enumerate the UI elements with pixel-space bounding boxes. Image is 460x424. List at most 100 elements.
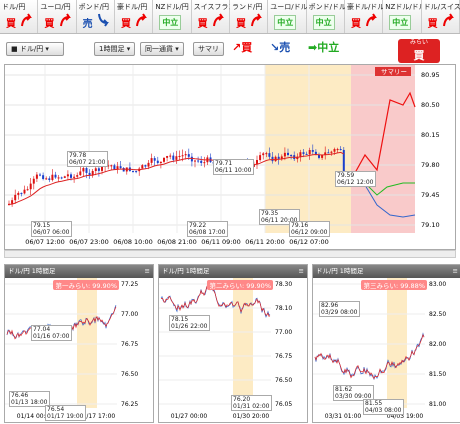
tab-signal: 買 — [44, 19, 55, 30]
y-tick: 80.50 — [421, 101, 440, 109]
candle — [107, 165, 110, 167]
toolbar: ■ ドル/円 ▾ 1時間足 ▾ 同一通貨 ▾ サマリ ↗買 ↘売 ➡中立 みらい… — [0, 36, 460, 64]
tab-10[interactable]: NZドル/ドル 中立 — [383, 0, 426, 33]
tab-3[interactable]: 豪ドル/円買 — [114, 0, 154, 33]
forecast-zone — [77, 278, 97, 408]
summary-tag: サマリー — [381, 68, 407, 76]
menu-icon[interactable]: ≡ — [145, 265, 150, 278]
candle — [308, 150, 311, 155]
tab-2[interactable]: ポンド/円売 — [76, 0, 115, 33]
tab-signal: 買 — [6, 19, 16, 30]
candle — [187, 154, 190, 157]
tab-signal: 買 — [235, 19, 246, 30]
candle — [132, 170, 134, 172]
candle — [29, 183, 32, 190]
x-tick: 06/08 21:00 — [157, 238, 197, 246]
candle — [113, 165, 116, 170]
candle — [66, 174, 69, 177]
candle — [268, 153, 271, 157]
buy-signal-button[interactable]: ↗買 — [232, 39, 252, 57]
candle — [274, 156, 277, 162]
tab-11[interactable]: ドル/スイス買 — [421, 0, 460, 33]
timeframe-select[interactable]: 1時間足 ▾ — [94, 42, 136, 56]
tab-8[interactable]: ポンド/ドル 中立 — [306, 0, 346, 33]
candle — [184, 154, 187, 156]
tab-label: ドル/円 — [2, 3, 26, 11]
candle — [163, 157, 165, 162]
price-label: 77.04 01/16 07:00 — [31, 325, 72, 341]
candle — [203, 162, 206, 164]
up-arrow-icon — [251, 13, 263, 27]
panel-title: ドル/円 1時間足 ≡ — [313, 265, 460, 278]
menu-icon[interactable]: ≡ — [453, 265, 458, 278]
candle — [336, 149, 339, 151]
sell-signal-button[interactable]: ↘売 — [270, 39, 290, 57]
candle — [277, 156, 280, 159]
mode-label: 同一通貨 — [145, 45, 173, 53]
mirai-signal: 買 — [413, 49, 425, 62]
candle — [51, 174, 54, 181]
y-tick: 82.00 — [429, 341, 446, 348]
main-chart[interactable]: 80.95 80.50 80.15 79.80 79.45 79.10 06/07 12:0… — [4, 64, 456, 250]
y-tick: 83.00 — [429, 281, 446, 288]
candle — [271, 156, 274, 162]
panel-title: ドル/円 1時間足 ≡ — [159, 265, 307, 278]
tab-signal: 買 — [120, 19, 131, 30]
tab-label: ポンド/ドル — [308, 3, 346, 11]
history-panel-3[interactable]: ドル/円 1時間足 ≡ 83.00 82.50 82.00 81.50 81.00 03/31… — [312, 264, 460, 423]
y-tick: 76.75 — [121, 341, 138, 348]
x-tick: 06/12 07:00 — [289, 238, 329, 246]
history-panel-1[interactable]: ドル/円 1時間足 ≡ 77.25 77.00 76.75 76.50 76.25 01/14… — [4, 264, 154, 423]
tab-label: ユーロ/ドル — [270, 3, 308, 11]
candle — [200, 160, 203, 164]
candle — [156, 160, 159, 164]
candle — [290, 155, 293, 157]
tab-label: ユーロ/円 — [40, 3, 71, 11]
price-line — [314, 332, 425, 380]
candle — [14, 194, 17, 201]
candle — [82, 168, 85, 172]
pair-select[interactable]: ■ ドル/円 ▾ — [6, 42, 64, 56]
chart-scrollbar[interactable] — [4, 250, 456, 258]
history-panel-2[interactable]: ドル/円 1時間足 ≡ 78.30 78.10 77.00 76.75 76.50 76.05… — [158, 264, 308, 423]
mode-select[interactable]: 同一通貨 ▾ — [140, 42, 184, 56]
price-line — [160, 285, 271, 318]
candle — [190, 156, 193, 162]
mirai-signal-badge[interactable]: みらい 買 — [398, 39, 440, 63]
price-label: 79.22 06/08 17:00 — [187, 221, 228, 237]
candle — [197, 160, 200, 162]
tab-7[interactable]: ユーロ/ドル 中立 — [268, 0, 308, 33]
tab-label: ランド/円 — [231, 3, 263, 11]
candle — [311, 150, 314, 152]
tab-0[interactable]: ドル/円買 — [0, 0, 39, 33]
price-label: 79.16 06/12 09:00 — [289, 221, 330, 237]
candle — [147, 162, 150, 167]
candle — [70, 174, 72, 178]
price-label: 81.55 04/03 08:00 — [363, 399, 404, 415]
candle — [169, 155, 172, 157]
price-label: 79.78 06/07 21:00 — [67, 151, 108, 167]
y-tick: 79.45 — [421, 191, 440, 199]
y-tick: 76.50 — [275, 377, 292, 384]
timeframe-label: 1時間足 — [99, 45, 125, 53]
tab-9[interactable]: 豪ドル/ドル買 — [344, 0, 384, 33]
candle — [73, 176, 76, 178]
up-arrow-icon — [21, 13, 33, 27]
y-tick: 79.80 — [421, 161, 440, 169]
candle — [135, 171, 138, 173]
candle — [97, 168, 100, 171]
forecast-zone — [387, 278, 407, 408]
candle — [283, 152, 286, 157]
tab-6[interactable]: ランド/円買 — [229, 0, 269, 33]
y-tick: 80.95 — [421, 71, 440, 79]
menu-icon[interactable]: ≡ — [299, 265, 304, 278]
price-label: 79.71 06/11 10:00 — [213, 159, 254, 175]
tab-5[interactable]: スイスフラン/円買 — [191, 0, 245, 33]
tab-1[interactable]: ユーロ/円買 — [38, 0, 77, 33]
up-arrow-icon — [59, 13, 71, 27]
neutral-signal-button[interactable]: ➡中立 — [308, 39, 339, 57]
tab-4[interactable]: NZドル/円 中立 — [153, 0, 192, 33]
summary-button[interactable]: サマリ — [193, 42, 224, 56]
candle — [119, 166, 122, 168]
candle — [32, 178, 35, 184]
